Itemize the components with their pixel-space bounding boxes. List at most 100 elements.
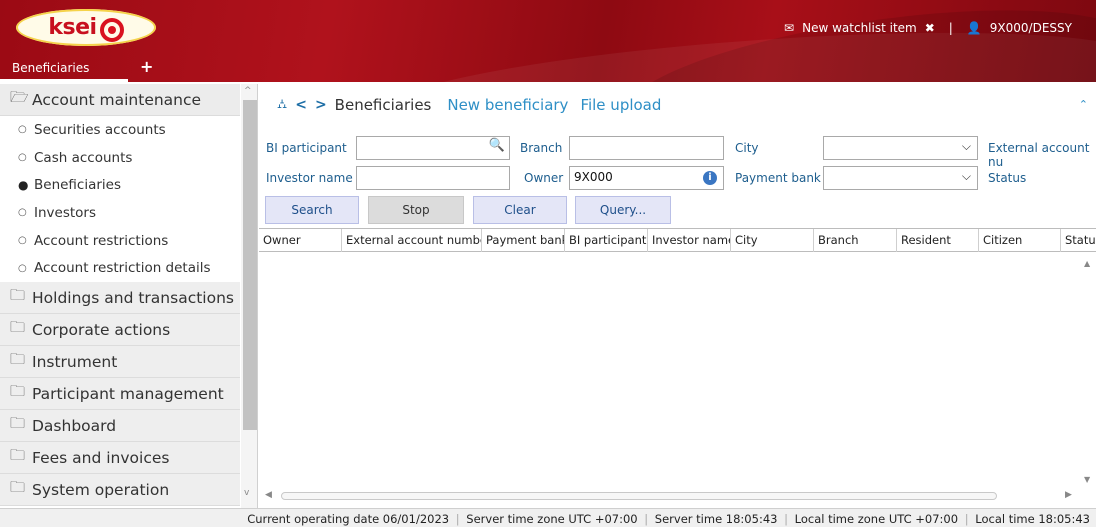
city-select[interactable]: ⌵	[823, 136, 978, 160]
back-arrow-icon[interactable]: <	[295, 97, 307, 113]
sidebar-scrollbar-thumb[interactable]	[243, 100, 257, 430]
file-upload-link[interactable]: File upload	[580, 96, 661, 114]
section-label: Corporate actions	[32, 320, 171, 339]
column-header-external-account-number[interactable]: External account number	[342, 229, 482, 252]
bullet-filled-icon: ●	[18, 178, 29, 193]
sitemap-icon[interactable]: ⛼	[277, 97, 287, 114]
scroll-down-icon[interactable]: ▼	[1084, 475, 1090, 484]
ksei-logo[interactable]: ksei	[16, 9, 156, 46]
city-label: City	[735, 141, 759, 155]
grid-vertical-scrollbar[interactable]: ▲ ▼	[1080, 253, 1096, 493]
scroll-down-icon[interactable]: v	[244, 488, 249, 498]
sidebar-item-account-restriction-details[interactable]: ○ Account restriction details	[0, 254, 240, 283]
sidebar-item-label: Account restrictions	[34, 232, 169, 249]
bullet-empty-icon: ○	[18, 152, 27, 164]
sidebar-section-system-operation[interactable]: 🗀 System operation	[0, 474, 240, 507]
scroll-up-icon[interactable]: ▲	[1084, 259, 1090, 268]
operating-date: Current operating date 06/01/2023	[247, 512, 450, 526]
section-label: Holdings and transactions	[32, 288, 234, 307]
column-header-investor-name[interactable]: Investor name	[648, 229, 731, 252]
sidebar-item-investors[interactable]: ○ Investors	[0, 199, 240, 227]
sidebar-section-holdings-and-transactions[interactable]: 🗀 Holdings and transactions	[0, 282, 240, 315]
folder-icon: 🗀	[10, 350, 26, 369]
bullet-empty-icon: ○	[18, 207, 27, 219]
scroll-left-icon[interactable]: ◀	[265, 490, 272, 500]
grid-horizontal-scrollbar-thumb[interactable]	[281, 492, 997, 500]
owner-value: 9X000	[574, 170, 613, 184]
page-title: Beneficiaries	[334, 96, 432, 114]
sidebar-section-dashboard[interactable]: 🗀 Dashboard	[0, 410, 240, 443]
add-tab-button[interactable]: +	[140, 57, 153, 76]
collapse-up-icon[interactable]: ⌃	[1079, 98, 1088, 111]
sidebar-item-label: Securities accounts	[34, 121, 166, 138]
info-icon[interactable]: i	[703, 171, 717, 185]
sidebar-section-participant-management[interactable]: 🗀 Participant management	[0, 378, 240, 411]
status-separator: |	[455, 512, 460, 526]
column-header-city[interactable]: City	[731, 229, 814, 252]
investor-name-input[interactable]	[356, 166, 510, 190]
sidebar: 🗁 Account maintenance ○ Securities accou…	[0, 84, 258, 508]
tab-beneficiaries[interactable]: Beneficiaries	[0, 56, 128, 82]
filter-row-2: Investor name Owner 9X000 i Payment bank…	[259, 166, 1096, 190]
folder-icon: 🗀	[10, 382, 26, 401]
app-header: ksei ✉ New watchlist item ✖ | 👤 9X000/DE…	[0, 0, 1096, 82]
sidebar-section-account-maintenance[interactable]: 🗁 Account maintenance	[0, 84, 240, 116]
user-label[interactable]: 9X000/DESSY	[990, 21, 1072, 35]
sidebar-item-securities-accounts[interactable]: ○ Securities accounts	[0, 116, 240, 144]
stop-button[interactable]: Stop	[368, 196, 464, 224]
logo-text: ksei	[48, 15, 97, 40]
column-header-citizen[interactable]: Citizen	[979, 229, 1061, 252]
column-header-resident[interactable]: Resident	[897, 229, 979, 252]
results-grid: Owner External account number Payment ba…	[259, 228, 1096, 508]
folder-open-icon: 🗁	[10, 88, 29, 106]
column-header-status[interactable]: Status	[1061, 229, 1096, 252]
scroll-up-icon[interactable]: ^	[244, 86, 252, 96]
folder-icon: 🗀	[10, 286, 26, 305]
folder-icon: 🗀	[10, 414, 26, 433]
close-icon[interactable]: ✖	[925, 21, 935, 35]
bullet-empty-icon: ○	[18, 124, 27, 136]
bi-participant-input[interactable]: 🔍	[356, 136, 510, 160]
branch-input[interactable]	[569, 136, 724, 160]
new-beneficiary-link[interactable]: New beneficiary	[447, 96, 568, 114]
sidebar-item-label: Cash accounts	[34, 149, 133, 166]
owner-input[interactable]: 9X000 i	[569, 166, 724, 190]
search-button[interactable]: Search	[265, 196, 359, 224]
main-panel: ⛼ < > Beneficiaries New beneficiary File…	[259, 84, 1096, 508]
sidebar-item-cash-accounts[interactable]: ○ Cash accounts	[0, 143, 240, 172]
section-label: Participant management	[32, 384, 224, 403]
tab-bar: Beneficiaries +	[0, 56, 1096, 82]
forward-arrow-icon[interactable]: >	[315, 97, 327, 113]
column-header-branch[interactable]: Branch	[814, 229, 897, 252]
clear-button[interactable]: Clear	[473, 196, 567, 224]
server-time-zone: Server time zone UTC +07:00	[466, 512, 638, 526]
status-separator: |	[964, 512, 969, 526]
new-watchlist-item-link[interactable]: New watchlist item	[802, 21, 917, 35]
query-button[interactable]: Query...	[575, 196, 671, 224]
branch-label: Branch	[520, 141, 563, 155]
section-label: Dashboard	[32, 416, 117, 435]
sidebar-item-beneficiaries[interactable]: ● Beneficiaries	[0, 171, 240, 200]
column-header-bi-participant[interactable]: BI participant	[565, 229, 648, 252]
payment-bank-select[interactable]: ⌵	[823, 166, 978, 190]
column-header-payment-bank[interactable]: Payment bank	[482, 229, 565, 252]
breadcrumb: ⛼ < > Beneficiaries New beneficiary File…	[259, 94, 1096, 116]
grid-horizontal-scrollbar[interactable]: ◀ ▶	[259, 488, 1096, 504]
local-time: Local time 18:05:43	[975, 512, 1090, 526]
sidebar-item-account-restrictions[interactable]: ○ Account restrictions	[0, 226, 240, 255]
payment-bank-label: Payment bank	[735, 171, 821, 185]
investor-name-label: Investor name	[266, 171, 353, 185]
column-header-owner[interactable]: Owner	[259, 229, 342, 252]
sidebar-section-corporate-actions[interactable]: 🗀 Corporate actions	[0, 314, 240, 347]
sidebar-section-fees-and-invoices[interactable]: 🗀 Fees and invoices	[0, 442, 240, 475]
sidebar-section-instrument[interactable]: 🗀 Instrument	[0, 346, 240, 379]
local-time-zone: Local time zone UTC +07:00	[794, 512, 959, 526]
action-buttons: Search Stop Clear Query...	[259, 196, 1096, 224]
sidebar-scrollbar[interactable]: ^ v	[241, 84, 257, 508]
bi-participant-label: BI participant	[266, 141, 347, 155]
envelope-icon: ✉	[784, 21, 795, 35]
search-icon[interactable]: 🔍	[489, 138, 505, 153]
section-label: System operation	[32, 480, 170, 499]
scroll-right-icon[interactable]: ▶	[1065, 490, 1072, 500]
chevron-down-icon: ⌵	[961, 169, 971, 183]
